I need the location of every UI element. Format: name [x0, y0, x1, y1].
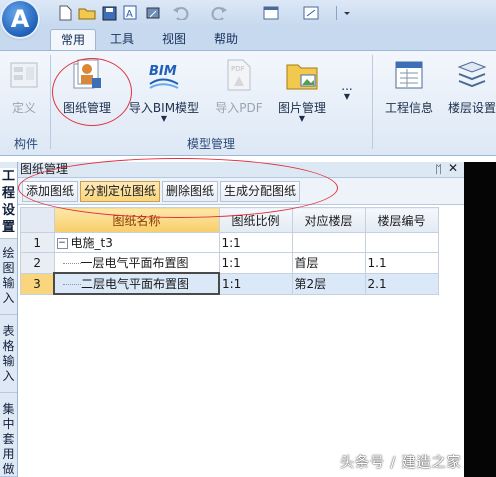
- pin-icon[interactable]: ᛖ: [435, 162, 442, 177]
- cell-scale[interactable]: 1:1: [219, 233, 292, 253]
- column-header-scale[interactable]: 图纸比例: [219, 208, 292, 233]
- define-button[interactable]: 定义: [2, 57, 46, 116]
- close-icon[interactable]: ✕: [448, 161, 458, 176]
- floor-settings-icon: [454, 57, 490, 93]
- title-bar: A: [0, 0, 496, 27]
- cell-name-text: 二层电气平面布置图: [81, 277, 189, 291]
- generate-assign-drawing-button[interactable]: 生成分配图纸: [220, 181, 300, 202]
- vtab-table-input[interactable]: 表格输入: [0, 324, 17, 393]
- group-label-model-manage: 模型管理: [56, 135, 366, 152]
- watermark: 头条号 / 建造之家: [340, 452, 462, 472]
- table-row[interactable]: 1 −电施_t3 1:1: [21, 233, 439, 253]
- tree-line: [63, 284, 81, 285]
- table-row-selected[interactable]: 3 二层电气平面布置图 1:1 第2层 2.1: [21, 273, 439, 294]
- more-label: ...: [336, 79, 358, 93]
- bim-icon: BIM: [146, 57, 182, 93]
- cell-floor-no[interactable]: 1.1: [365, 253, 438, 274]
- group-label-components: 构件: [2, 135, 50, 152]
- cell-name[interactable]: 一层电气平面布置图: [54, 253, 219, 274]
- open-folder-icon[interactable]: [78, 4, 96, 22]
- picture-manage-button[interactable]: 图片管理 ▼: [274, 57, 330, 122]
- cell-name-text: 电施_t3: [71, 236, 113, 250]
- table-header-row: 图纸名称 图纸比例 对应楼层 楼层编号: [21, 208, 439, 233]
- cell-floor[interactable]: [292, 233, 365, 253]
- pane-toolbar: 添加图纸 分割定位图纸 删除图纸 生成分配图纸: [18, 178, 464, 205]
- project-info-icon: [391, 57, 427, 93]
- drawing-manage-label: 图纸管理: [56, 99, 118, 116]
- cell-scale[interactable]: 1:1: [219, 253, 292, 274]
- bim-icon-text: BIM: [149, 64, 177, 79]
- corner-cell: [21, 208, 55, 233]
- app-logo[interactable]: A: [2, 1, 38, 37]
- cell-name[interactable]: −电施_t3: [54, 233, 219, 253]
- ribbon: 定义 图纸管理 BIM 导入BIM模型 ▼ PDF 导入PDF 图片管理 ▼ .…: [0, 50, 496, 156]
- cell-floor-no[interactable]: [365, 233, 438, 253]
- left-vertical-tabs: 工程设置 绘图输入 表格输入 集中套用做: [0, 162, 18, 477]
- window-icon[interactable]: [262, 4, 280, 22]
- split-locate-drawing-button[interactable]: 分割定位图纸: [80, 181, 160, 202]
- undo-icon[interactable]: [172, 4, 190, 22]
- drawing-table: 图纸名称 图纸比例 对应楼层 楼层编号 1 −电施_t3 1:1 2 一层电气平…: [20, 207, 439, 295]
- tree-line: [63, 263, 81, 264]
- cell-name[interactable]: 二层电气平面布置图: [54, 273, 219, 294]
- row-number: 2: [21, 253, 55, 274]
- tab-help[interactable]: 帮助: [204, 29, 248, 50]
- column-header-name[interactable]: 图纸名称: [54, 208, 219, 233]
- cell-name-text: 一层电气平面布置图: [81, 256, 189, 270]
- vtab-centralized-apply[interactable]: 集中套用做: [0, 402, 17, 477]
- import-pdf-button[interactable]: PDF 导入PDF: [210, 57, 268, 116]
- more-button[interactable]: ... ▼: [336, 79, 358, 101]
- redo-icon[interactable]: [210, 4, 228, 22]
- vtab-project-settings[interactable]: 工程设置: [0, 168, 17, 239]
- pdf-icon-text: PDF: [231, 65, 245, 73]
- drawing-manage-icon: [69, 57, 105, 93]
- tab-home[interactable]: 常用: [50, 29, 96, 51]
- vtab-drawing-input[interactable]: 绘图输入: [0, 246, 17, 315]
- cell-floor-no[interactable]: 2.1: [365, 273, 438, 294]
- drawing-manage-pane: 图纸管理 ᛖ ✕ 添加图纸 分割定位图纸 删除图纸 生成分配图纸 图纸名称 图纸…: [18, 162, 464, 477]
- ribbon-tabs: 常用 工具 视图 帮助: [0, 26, 496, 50]
- table-row[interactable]: 2 一层电气平面布置图 1:1 首层 1.1: [21, 253, 439, 274]
- pane-title: 图纸管理: [20, 162, 68, 177]
- define-icon: [6, 57, 42, 93]
- collapse-icon[interactable]: −: [57, 238, 68, 249]
- add-drawing-button[interactable]: 添加图纸: [22, 181, 78, 202]
- layout-icon[interactable]: [302, 4, 320, 22]
- cell-floor[interactable]: 首层: [292, 253, 365, 274]
- row-number: 1: [21, 233, 55, 253]
- project-info-button[interactable]: 工程信息: [380, 57, 438, 116]
- cell-scale[interactable]: 1:1: [219, 273, 292, 294]
- column-header-floor-no[interactable]: 楼层编号: [365, 208, 438, 233]
- delete-drawing-button[interactable]: 删除图纸: [162, 181, 218, 202]
- column-header-floor[interactable]: 对应楼层: [292, 208, 365, 233]
- tab-tools[interactable]: 工具: [100, 29, 144, 50]
- pane-title-bar: 图纸管理 ᛖ ✕: [18, 162, 464, 178]
- customize-icon[interactable]: [338, 4, 356, 22]
- picture-folder-icon: [284, 57, 320, 93]
- floor-settings-button[interactable]: 楼层设置: [444, 57, 496, 116]
- export-icon[interactable]: [144, 4, 162, 22]
- new-file-icon[interactable]: [56, 4, 74, 22]
- define-label: 定义: [2, 99, 46, 116]
- tab-view[interactable]: 视图: [152, 29, 196, 50]
- pdf-icon: PDF: [221, 57, 257, 93]
- import-pdf-label: 导入PDF: [210, 99, 268, 116]
- svg-text:A: A: [126, 9, 133, 20]
- import-bim-button[interactable]: BIM 导入BIM模型 ▼: [124, 57, 204, 122]
- drawing-manage-button[interactable]: 图纸管理: [56, 57, 118, 116]
- drawing-canvas[interactable]: [464, 162, 496, 477]
- save-icon[interactable]: [100, 4, 118, 22]
- cell-floor[interactable]: 第2层: [292, 273, 365, 294]
- find-icon[interactable]: A: [122, 4, 140, 22]
- floor-settings-label: 楼层设置: [444, 99, 496, 116]
- project-info-label: 工程信息: [380, 99, 438, 116]
- row-number: 3: [21, 273, 55, 294]
